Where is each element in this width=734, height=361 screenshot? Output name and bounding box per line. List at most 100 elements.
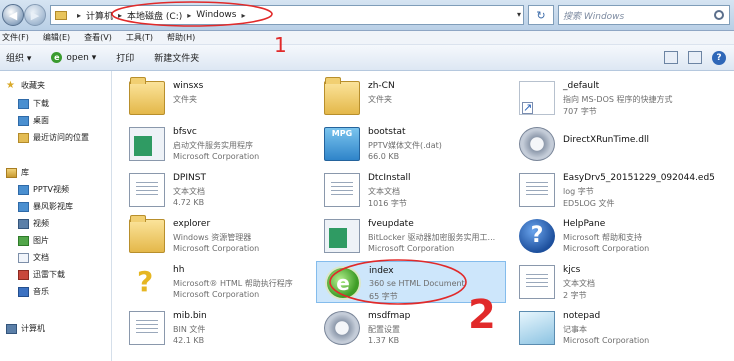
file-item-index[interactable]: e index 360 se HTML Document 65 字节 [316, 261, 506, 303]
file-company: Microsoft Corporation [563, 244, 650, 253]
help-icon[interactable]: ? [712, 51, 726, 65]
desktop-icon [18, 115, 29, 126]
search-icon[interactable] [714, 10, 724, 20]
menu-view[interactable]: 查看(V) [84, 32, 112, 43]
breadcrumb-windows[interactable]: Windows [196, 10, 236, 20]
video-library-icon [18, 201, 29, 212]
file-type: 360 se HTML Document [369, 279, 465, 288]
search-input[interactable]: 搜索 Windows [558, 5, 730, 25]
nav-music[interactable]: 音乐 [18, 286, 49, 297]
nav-pictures[interactable]: 图片 [18, 235, 49, 246]
nav-label: 迅雷下载 [33, 270, 65, 279]
download-icon [18, 98, 29, 109]
download-folder-icon [18, 269, 29, 280]
text-file-icon [324, 173, 360, 207]
menu-file[interactable]: 文件(F) [2, 32, 29, 43]
chevron-right-icon[interactable]: ▸ [187, 11, 191, 20]
file-item-dtcinstall[interactable]: DtcInstall 文本文档 1016 字节 [316, 169, 506, 211]
nav-xunlei[interactable]: 迅雷下载 [18, 269, 65, 280]
nav-documents[interactable]: 文档 [18, 252, 49, 263]
file-type: 配置设置 [368, 325, 400, 334]
explorer-icon [129, 215, 165, 253]
text-file-icon [129, 311, 165, 345]
nav-downloads[interactable]: 下载 [18, 98, 49, 109]
folder-icon [129, 77, 165, 115]
file-item-hh[interactable]: hh Microsoft® HTML 帮助执行程序 Microsoft Corp… [121, 261, 311, 303]
nav-computer[interactable]: 计算机 [6, 323, 45, 334]
nav-label: 图片 [33, 236, 49, 245]
file-name: DirectXRunTime.dll [563, 135, 649, 145]
file-name: DtcInstall [368, 173, 411, 183]
navigation-pane: ★ 收藏夹 下载 桌面 最近访问的位置 库 PPTV视频 暴风影视库 视频 图片… [0, 71, 112, 361]
file-type: 文本文档 [563, 279, 595, 288]
file-item-helppane[interactable]: ? HelpPane Microsoft 帮助和支持 Microsoft Cor… [511, 215, 701, 257]
view-options-icon[interactable] [664, 51, 678, 64]
nav-desktop[interactable]: 桌面 [18, 115, 49, 126]
refresh-button[interactable]: ↻ [528, 5, 554, 25]
menu-help[interactable]: 帮助(H) [167, 32, 195, 43]
video-library-icon [18, 184, 29, 195]
file-name: mib.bin [173, 311, 207, 321]
file-item-winsxs[interactable]: winsxs 文件夹 [121, 77, 311, 119]
file-item-bfsvc[interactable]: bfsvc 启动文件服务实用程序 Microsoft Corporation [121, 123, 311, 165]
file-name: bfsvc [173, 127, 197, 137]
breadcrumb-local-disk[interactable]: 本地磁盘 (C:) [127, 9, 182, 22]
file-item-kjcs[interactable]: kjcs 文本文档 2 字节 [511, 261, 701, 303]
nav-recent[interactable]: 最近访问的位置 [18, 132, 89, 143]
file-company: Microsoft Corporation [563, 336, 650, 345]
breadcrumb-computer[interactable]: 计算机 [86, 9, 113, 22]
address-bar[interactable]: ▸ 计算机 ▸ 本地磁盘 (C:) ▸ Windows ▸ ▾ [50, 5, 524, 25]
menu-tools[interactable]: 工具(T) [126, 32, 153, 43]
menu-edit[interactable]: 编辑(E) [43, 32, 70, 43]
print-button[interactable]: 打印 [116, 51, 134, 64]
file-item-notepad[interactable]: notepad 记事本 Microsoft Corporation [511, 307, 701, 349]
file-size: 2 字节 [563, 291, 587, 300]
exe-icon [324, 219, 360, 253]
chevron-right-icon[interactable]: ▸ [241, 11, 245, 20]
new-folder-button[interactable]: 新建文件夹 [154, 51, 199, 64]
computer-icon [6, 323, 17, 334]
chevron-right-icon: ▸ [77, 10, 82, 20]
help-exe-icon [129, 265, 165, 299]
settings-icon [519, 127, 555, 161]
nav-videos[interactable]: 视频 [18, 218, 49, 229]
back-button[interactable]: ◀ [2, 4, 24, 26]
recent-places-icon [18, 132, 29, 143]
file-item-dpinst[interactable]: DPINST 文本文档 4.72 KB [121, 169, 311, 211]
nav-libraries[interactable]: 库 [6, 167, 29, 178]
file-list: winsxs 文件夹 bfsvc 启动文件服务实用程序 Microsoft Co… [113, 71, 734, 361]
nav-label: 计算机 [21, 324, 45, 333]
file-company: Microsoft Corporation [173, 244, 260, 253]
file-size: 42.1 KB [173, 336, 205, 345]
file-company: Microsoft Corporation [173, 152, 260, 161]
nav-label: 视频 [33, 219, 49, 228]
file-item-bootstat[interactable]: MPG bootstat PPTV媒体文件(.dat) 66.0 KB [316, 123, 506, 165]
file-item-directxruntime[interactable]: DirectXRunTime.dll [511, 123, 701, 165]
file-item-mib-bin[interactable]: mib.bin BIN 文件 42.1 KB [121, 307, 311, 349]
organize-button[interactable]: 组织 ▾ [6, 51, 31, 64]
file-item-msdfmap[interactable]: msdfmap 配置设置 1.37 KB [316, 307, 506, 349]
file-type: 文件夹 [173, 95, 197, 104]
forward-button[interactable]: ▶ [24, 4, 46, 26]
file-item-zh-cn[interactable]: zh-CN 文件夹 [316, 77, 506, 119]
open-button[interactable]: e open ▾ [51, 52, 96, 63]
file-item-fveupdate[interactable]: fveupdate BitLocker 驱动器加密服务实用工... Micros… [316, 215, 506, 257]
file-company: Microsoft Corporation [368, 244, 455, 253]
file-name: msdfmap [368, 311, 411, 321]
chevron-right-icon[interactable]: ▸ [118, 11, 122, 20]
file-size: 1016 字节 [368, 199, 407, 208]
address-strip: ◀ ▶ ▸ 计算机 ▸ 本地磁盘 (C:) ▸ Windows ▸ ▾ ↻ 搜索… [0, 0, 734, 31]
file-item-explorer[interactable]: explorer Windows 资源管理器 Microsoft Corpora… [121, 215, 311, 257]
nav-pptv[interactable]: PPTV视频 [18, 184, 69, 195]
preview-pane-icon[interactable] [688, 51, 702, 64]
file-type: Windows 资源管理器 [173, 233, 252, 242]
chevron-down-icon[interactable]: ▾ [517, 10, 521, 19]
video-icon [18, 218, 29, 229]
file-type: PPTV媒体文件(.dat) [368, 141, 442, 150]
file-item-easydrv5[interactable]: EasyDrv5_20151229_092044.ed5 log 字节 ED5L… [511, 169, 715, 211]
file-item-default[interactable]: _default 指向 MS-DOS 程序的快捷方式 707 字节 [511, 77, 701, 119]
file-type: 记事本 [563, 325, 587, 334]
nav-favorites[interactable]: ★ 收藏夹 [6, 80, 45, 91]
file-name: winsxs [173, 81, 204, 91]
nav-storm[interactable]: 暴风影视库 [18, 201, 73, 212]
